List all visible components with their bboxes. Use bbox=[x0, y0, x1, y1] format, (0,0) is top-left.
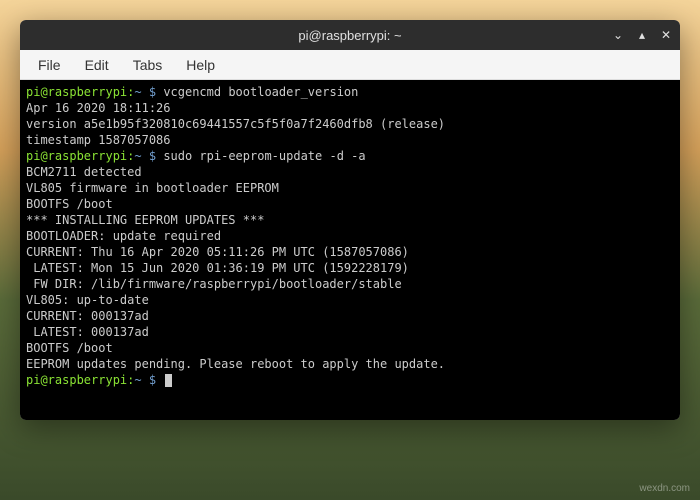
output-line: BOOTFS /boot bbox=[26, 196, 674, 212]
watermark: wexdn.com bbox=[639, 483, 690, 494]
prompt-path: ~ bbox=[134, 85, 141, 99]
prompt-dollar: $ bbox=[142, 149, 164, 163]
output-line: *** INSTALLING EEPROM UPDATES *** bbox=[26, 212, 674, 228]
prompt-dollar: $ bbox=[142, 373, 164, 387]
prompt-user: pi@raspberrypi bbox=[26, 85, 127, 99]
output-line: CURRENT: Thu 16 Apr 2020 05:11:26 PM UTC… bbox=[26, 244, 674, 260]
menubar: File Edit Tabs Help bbox=[20, 50, 680, 80]
output-line: CURRENT: 000137ad bbox=[26, 308, 674, 324]
prompt-user: pi@raspberrypi bbox=[26, 373, 127, 387]
output-line: FW DIR: /lib/firmware/raspberrypi/bootlo… bbox=[26, 276, 674, 292]
output-line: version a5e1b95f320810c69441557c5f5f0a7f… bbox=[26, 116, 674, 132]
prompt-line: pi@raspberrypi:~ $ bbox=[26, 372, 674, 388]
output-line: BOOTFS /boot bbox=[26, 340, 674, 356]
terminal-window: pi@raspberrypi: ~ ⌄ ▴ ✕ File Edit Tabs H… bbox=[20, 20, 680, 420]
maximize-icon[interactable]: ▴ bbox=[634, 27, 650, 43]
command-text: sudo rpi-eeprom-update -d -a bbox=[163, 149, 365, 163]
output-line: Apr 16 2020 18:11:26 bbox=[26, 100, 674, 116]
window-controls: ⌄ ▴ ✕ bbox=[610, 27, 674, 43]
cursor-icon bbox=[165, 374, 172, 387]
prompt-path: ~ bbox=[134, 149, 141, 163]
prompt-line: pi@raspberrypi:~ $ sudo rpi-eeprom-updat… bbox=[26, 148, 674, 164]
prompt-line: pi@raspberrypi:~ $ vcgencmd bootloader_v… bbox=[26, 84, 674, 100]
prompt-path: ~ bbox=[134, 373, 141, 387]
terminal-output[interactable]: pi@raspberrypi:~ $ vcgencmd bootloader_v… bbox=[20, 80, 680, 420]
output-line: timestamp 1587057086 bbox=[26, 132, 674, 148]
minimize-icon[interactable]: ⌄ bbox=[610, 27, 626, 43]
output-line: BOOTLOADER: update required bbox=[26, 228, 674, 244]
menu-file[interactable]: File bbox=[28, 53, 71, 77]
output-line: EEPROM updates pending. Please reboot to… bbox=[26, 356, 674, 372]
output-line: LATEST: Mon 15 Jun 2020 01:36:19 PM UTC … bbox=[26, 260, 674, 276]
close-icon[interactable]: ✕ bbox=[658, 27, 674, 43]
menu-edit[interactable]: Edit bbox=[75, 53, 119, 77]
titlebar: pi@raspberrypi: ~ ⌄ ▴ ✕ bbox=[20, 20, 680, 50]
prompt-user: pi@raspberrypi bbox=[26, 149, 127, 163]
prompt-dollar: $ bbox=[142, 85, 164, 99]
menu-help[interactable]: Help bbox=[176, 53, 225, 77]
output-line: VL805: up-to-date bbox=[26, 292, 674, 308]
output-line: LATEST: 000137ad bbox=[26, 324, 674, 340]
menu-tabs[interactable]: Tabs bbox=[123, 53, 173, 77]
output-line: VL805 firmware in bootloader EEPROM bbox=[26, 180, 674, 196]
window-title: pi@raspberrypi: ~ bbox=[298, 28, 401, 43]
command-text: vcgencmd bootloader_version bbox=[163, 85, 358, 99]
output-line: BCM2711 detected bbox=[26, 164, 674, 180]
